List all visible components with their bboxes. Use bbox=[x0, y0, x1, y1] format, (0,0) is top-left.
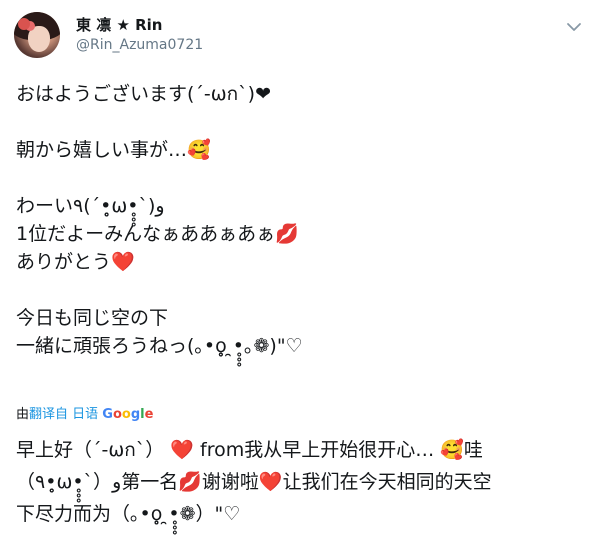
tweet-line: 1位だよーみんなぁああぁあぁ💋 bbox=[16, 223, 299, 245]
translated-line: （٩•̥̥̥ω•̥̥̥`）و第一名💋谢谢啦❤️让我们在今天相同的天空 bbox=[16, 471, 492, 493]
google-logo-letter: o bbox=[112, 407, 122, 422]
tweet-card: 東 凛 ★ Rin @Rin_Azuma0721 おはようございます(´-ωก`… bbox=[0, 0, 599, 548]
tweet-line: 一緒に頑張ろうねっ(｡•o̥̥̥ ̯•̥̥̥｡❁)"♡ bbox=[16, 335, 303, 357]
chevron-down-icon[interactable] bbox=[565, 18, 583, 36]
display-name[interactable]: 東 凛 ★ Rin bbox=[76, 15, 203, 35]
tweet-line: 朝から嬉しい事が…🥰 bbox=[16, 139, 211, 161]
avatar[interactable] bbox=[14, 12, 60, 58]
translated-line: 下尽力而为（｡•o̥̥̥ ̯•̥̥̥❁）"♡ bbox=[16, 503, 241, 525]
avatar-face bbox=[28, 26, 50, 52]
avatar-flower bbox=[18, 18, 30, 30]
tweet-line: わーい٩(´•̥̥̥ω•̥̥̥`)و bbox=[16, 195, 165, 217]
translation-prefix: 由 bbox=[16, 407, 30, 422]
google-logo-letter: G bbox=[102, 407, 113, 422]
google-logo-letter: g bbox=[130, 407, 141, 422]
google-logo-text: Google bbox=[102, 407, 153, 422]
google-logo: Google bbox=[102, 407, 153, 422]
translated-line: 早上好（´-ωก`） ❤️ from我从早上开始很开心… 🥰哇 bbox=[16, 439, 483, 461]
user-names: 東 凛 ★ Rin @Rin_Azuma0721 bbox=[76, 15, 203, 55]
tweet-line: ありがとう❤️ bbox=[16, 251, 135, 273]
tweet-line: 今日も同じ空の下 bbox=[16, 307, 169, 329]
tweet-line: おはようございます(´-ωก`)❤ bbox=[16, 83, 272, 105]
user-handle[interactable]: @Rin_Azuma0721 bbox=[76, 35, 203, 55]
tweet-header: 東 凛 ★ Rin @Rin_Azuma0721 bbox=[14, 12, 585, 60]
tweet-text: おはようございます(´-ωก`)❤ 朝から嬉しい事が…🥰 わーい٩(´•̥̥̥ω… bbox=[16, 80, 586, 360]
translated-text: 早上好（´-ωก`） ❤️ from我从早上开始很开心… 🥰哇 （٩•̥̥̥ω•… bbox=[16, 434, 591, 530]
translation-attribution: 由翻译自 日语 Google bbox=[16, 406, 153, 424]
translation-source-link[interactable]: 翻译自 日语 bbox=[29, 407, 98, 422]
google-logo-letter: e bbox=[144, 407, 154, 422]
google-logo-letter: o bbox=[121, 407, 131, 422]
